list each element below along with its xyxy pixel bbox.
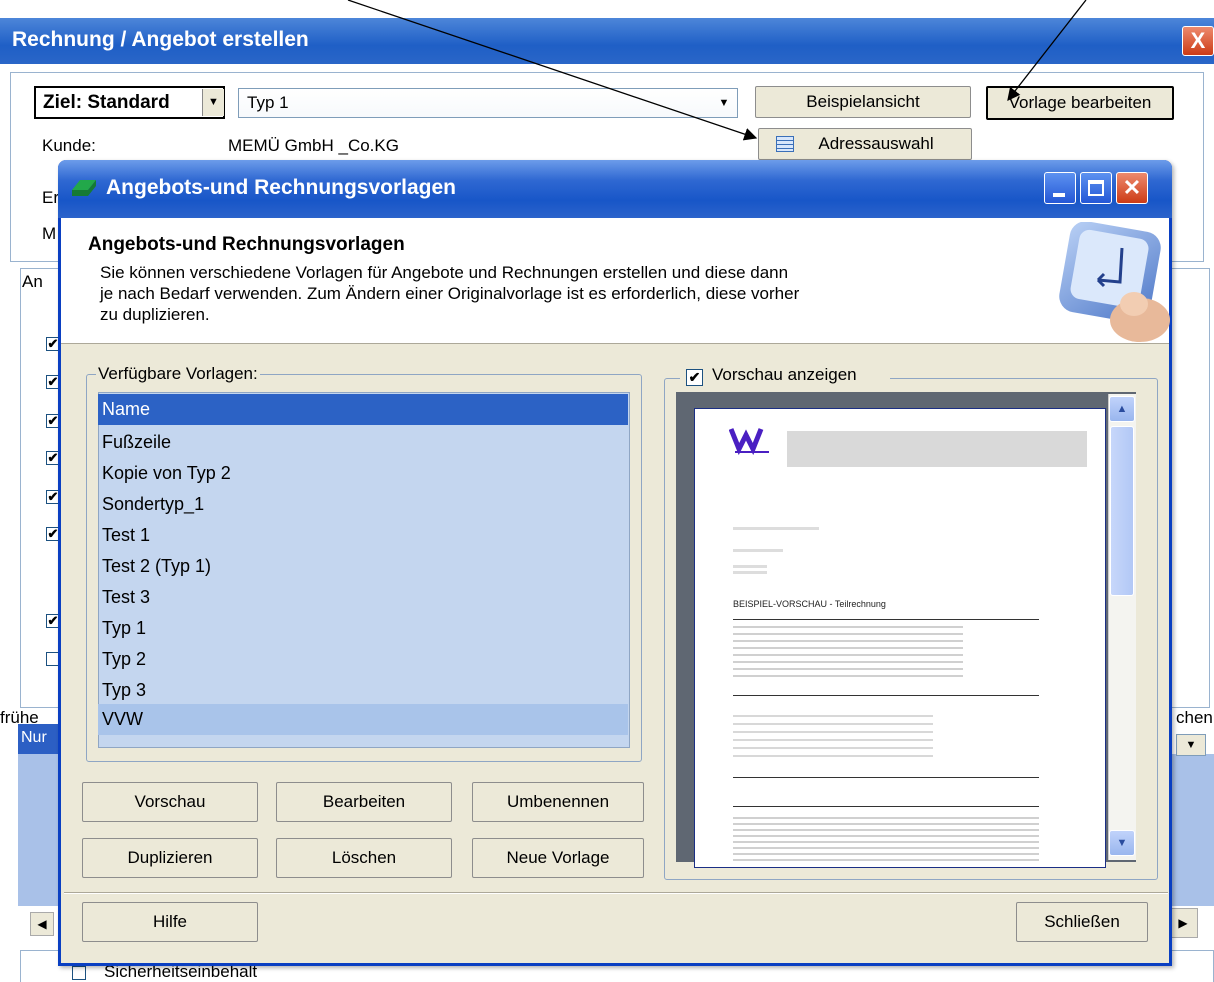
- chevron-down-icon[interactable]: ▼: [712, 90, 736, 116]
- list-item[interactable]: Test 1: [98, 520, 628, 551]
- neue-vorlage-button[interactable]: Neue Vorlage: [472, 838, 644, 878]
- document-heading: BEISPIEL-VORSCHAU - Teilrechnung: [733, 599, 886, 609]
- document-logo: [729, 428, 769, 455]
- template-combo[interactable]: Typ 1: [238, 88, 738, 118]
- list-item[interactable]: Typ 3: [98, 675, 628, 706]
- close-button[interactable]: ✕: [1116, 172, 1148, 204]
- list-item[interactable]: Fußzeile: [98, 427, 628, 458]
- sicherheitseinbehalt-checkbox[interactable]: [72, 966, 86, 980]
- list-item[interactable]: VVW: [98, 704, 628, 735]
- header-description: Sie können verschiedene Vorlagen für Ang…: [100, 263, 800, 324]
- cut-label-chen: chen: [1176, 708, 1213, 727]
- document-address-box: [787, 431, 1087, 467]
- minimize-button[interactable]: [1044, 172, 1076, 204]
- dialog-separator: [64, 892, 1168, 894]
- vorlage-bearbeiten-button[interactable]: Vorlage bearbeiten: [986, 86, 1174, 120]
- scroll-down-arrow-icon[interactable]: ▼: [1109, 830, 1135, 856]
- list-item[interactable]: Kopie von Typ 2: [98, 458, 628, 489]
- address-book-icon: [776, 136, 794, 152]
- list-item[interactable]: Typ 1: [98, 613, 628, 644]
- main-window-close-button[interactable]: X: [1182, 26, 1214, 56]
- app-logo-icon: [72, 180, 96, 196]
- maximize-button[interactable]: [1080, 172, 1112, 204]
- minimize-icon: [1053, 193, 1065, 197]
- vorschau-button[interactable]: Vorschau: [82, 782, 258, 822]
- cut-label-an: An: [22, 272, 43, 292]
- scroll-right-arrow-icon[interactable]: ▶: [1168, 908, 1198, 938]
- schliessen-button[interactable]: Schließen: [1016, 902, 1148, 942]
- list-item[interactable]: Typ 2: [98, 644, 628, 675]
- loeschen-button[interactable]: Löschen: [276, 838, 452, 878]
- scroll-up-arrow-icon[interactable]: ▲: [1109, 396, 1135, 422]
- list-item[interactable]: Sondertyp_1: [98, 489, 628, 520]
- list-item[interactable]: Name: [98, 394, 628, 425]
- header-title: Angebots-und Rechnungsvorlagen: [88, 234, 405, 255]
- hilfe-button[interactable]: Hilfe: [82, 902, 258, 942]
- scrollbar-thumb[interactable]: [1110, 426, 1134, 596]
- enter-key-icon: [1059, 222, 1170, 342]
- maximize-icon: [1088, 180, 1104, 196]
- dialog-title: Angebots-und Rechnungsvorlagen: [106, 176, 457, 199]
- preview-checkbox-label[interactable]: Vorschau anzeigen: [712, 365, 857, 385]
- available-templates-label: Verfügbare Vorlagen:: [96, 364, 260, 384]
- preview-checkbox[interactable]: ✔: [686, 369, 703, 386]
- list-item[interactable]: Test 3: [98, 582, 628, 613]
- chevron-down-icon[interactable]: ▼: [1176, 734, 1206, 756]
- beispielansicht-button[interactable]: Beispielansicht: [755, 86, 971, 118]
- umbenennen-button[interactable]: Umbenennen: [472, 782, 644, 822]
- kunde-label: Kunde:: [42, 136, 96, 155]
- chevron-down-icon[interactable]: ▼: [202, 89, 224, 116]
- ziel-dropdown[interactable]: Ziel: Standard: [34, 86, 225, 119]
- cut-label-er: Er: [42, 188, 59, 207]
- list-item[interactable]: Test 2 (Typ 1): [98, 551, 628, 582]
- duplizieren-button[interactable]: Duplizieren: [82, 838, 258, 878]
- main-window-title: Rechnung / Angebot erstellen: [12, 28, 309, 51]
- preview-document-page: BEISPIEL-VORSCHAU - Teilrechnung: [694, 408, 1106, 868]
- cut-label-m: M: [42, 224, 57, 243]
- bearbeiten-button[interactable]: Bearbeiten: [276, 782, 452, 822]
- kunde-value: MEMÜ GmbH _Co.KG: [228, 136, 399, 155]
- scroll-left-arrow-icon[interactable]: ◀: [30, 912, 54, 936]
